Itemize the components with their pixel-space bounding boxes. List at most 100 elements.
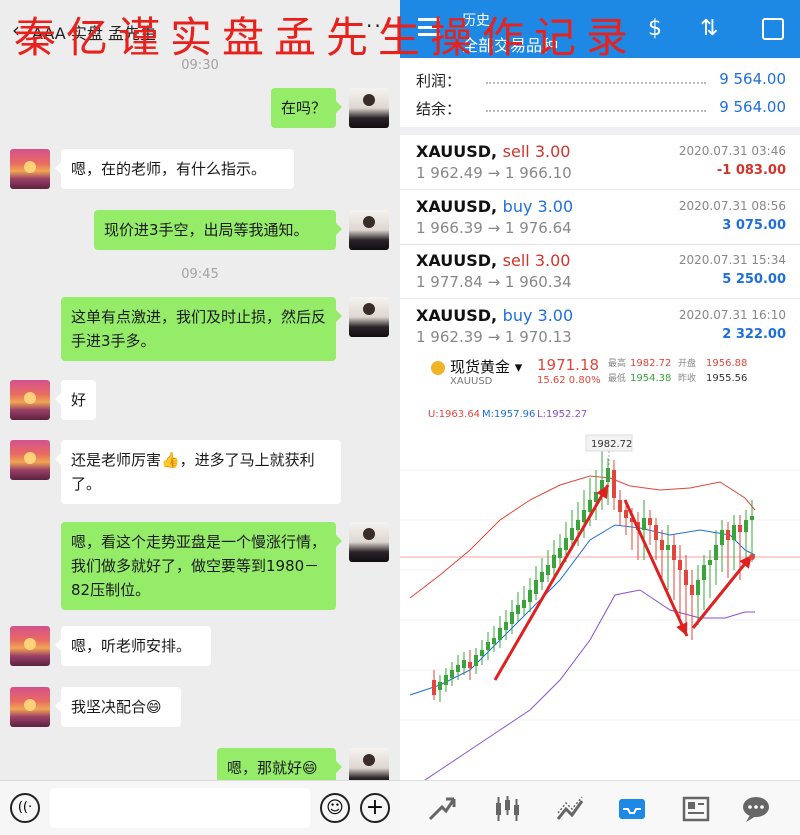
candle-body [720,530,724,545]
message-bubble: 嗯，看这个走势亚盘是一个慢涨行情，我们做多就好了，做空要等到1980－82压制位… [61,522,342,610]
candle-body [582,510,586,522]
avatar[interactable] [10,687,50,727]
candle-body [612,470,616,498]
avatar[interactable] [10,626,50,666]
message-bubble: 我坚决配合😄 [55,687,181,727]
message-input[interactable] [50,788,310,828]
balance-label: 结余： [416,100,462,118]
price-chart[interactable]: 现货黄金 ▾ XAUUSD 1971.18 15.62 0.80% 最高 1982.72 开… [400,350,800,791]
trade-date: 2020.07.31 03:46 [678,144,786,158]
trade-symbol: XAUUSD, buy 3.00 [416,197,573,216]
emoji-icon[interactable]: ☺ [320,793,350,823]
peak-label: 1982.72 [591,439,632,450]
boll-mid-label: M:1957.96 [482,409,535,420]
sort-icon[interactable]: ⇅ [700,16,718,41]
trade-date: 2020.07.31 16:10 [678,307,786,322]
candle-body [666,545,670,550]
candle-body [606,468,610,482]
high-label: 最高 [608,357,626,369]
candles-icon[interactable] [496,796,519,821]
candle-body [624,510,628,518]
chart-svg[interactable]: 现货黄金 ▾XAUUSD 1971.1815.62 0.80% 最高 1982.72 开… [400,350,800,791]
candle-body [684,570,688,585]
calendar-icon[interactable] [762,18,784,40]
candle-body [642,518,646,530]
candle-body [522,600,526,608]
candle-body [726,530,730,540]
trend-icon[interactable] [428,797,456,821]
candle-body [504,622,508,630]
avatar[interactable] [349,210,389,250]
trade-side: buy 3.00 [502,305,574,325]
quote-name: 现货黄金 ▾ [450,358,523,376]
message-bubble: 嗯，在的老师，有什么指示。 [55,149,294,189]
candle-body [432,680,436,695]
trade-prices: 1 962.49 → 1 966.10 [416,164,572,182]
candle-body [570,528,574,540]
balance-value: 9 564.00 [719,98,786,116]
input-bar: ((· ☺ + [0,780,400,835]
trade-row[interactable]: XAUUSD, buy 3.00 1 962.39 → 1 970.13 2020.… [400,300,800,354]
low-value: 1954.38 [630,373,671,384]
boll-lower-label: L:1952.27 [537,409,587,420]
trade-prices: 1 977.84 → 1 960.34 [416,273,572,291]
candle-body [486,642,490,650]
trade-date: 2020.07.31 08:56 [678,198,786,213]
chat-panel: ‹ AAA 实盘 孟先生 ··· 09:30 在吗？ 嗯，在的老师，有什么指示。… [0,0,400,835]
divider [486,110,706,112]
plus-icon[interactable]: + [360,793,390,823]
avatar[interactable] [10,380,50,420]
candle-body [516,605,520,614]
trade-symbol: XAUUSD, sell 3.00 [416,142,570,161]
candle-body [498,628,502,640]
candle-body [750,516,754,520]
candle-body [528,590,532,602]
profit-label: 利润： [416,72,462,90]
trade-row[interactable]: XAUUSD, sell 3.00 1 977.84 → 1 960.34 2020… [400,245,800,299]
candle-body [702,565,706,580]
timestamp: 09:45 [181,267,219,282]
balance-row: 结余： 9 564.00 [416,98,786,122]
trade-side: sell 3.00 [502,251,571,270]
avatar[interactable] [349,522,389,562]
inbox-icon[interactable] [619,799,645,819]
voice-icon[interactable]: ((· [10,793,40,823]
candle-body [546,565,550,575]
gold-icon [431,361,445,375]
candle-body [492,638,496,644]
trade-side: sell 3.00 [502,142,571,161]
candle-body [450,670,454,678]
bottom-tab-bar [400,780,800,835]
avatar[interactable] [349,297,389,337]
candle-body [744,520,748,532]
prev-label: 昨收 [678,372,696,384]
candle-body [576,520,580,530]
chart-line-icon[interactable] [556,796,584,820]
symbol-text: XAUUSD, [416,142,503,161]
message-bubble: 在吗？ [271,88,342,128]
trade-side: buy 3.00 [502,196,574,216]
message-bubble: 嗯，听老师安排。 [55,626,211,666]
high-value: 1982.72 [630,358,671,369]
chat-icon[interactable] [743,797,769,822]
trade-row[interactable]: XAUUSD, buy 3.00 1 966.39 → 1 976.64 2020.… [400,191,800,245]
open-label: 开盘 [678,357,696,369]
candle-body [618,500,622,512]
news-icon[interactable] [682,796,710,822]
trade-row[interactable]: XAUUSD, sell 3.00 1 962.49 → 1 966.10 2020… [400,136,800,190]
trade-prices: 1 966.39 → 1 976.64 [416,218,572,237]
dollar-icon[interactable]: $ [648,16,662,41]
candle-body [732,525,736,540]
candle-body [696,580,700,595]
avatar[interactable] [10,149,50,189]
trading-panel: 历史 全部交易品种 $ ⇅ 利润： 9 564.00 结余： 9 564.00 … [400,0,800,835]
candle-body [474,655,478,666]
candle-body [552,555,556,568]
candle-body [738,525,742,532]
candle-body [534,580,538,594]
avatar[interactable] [349,88,389,128]
avatar[interactable] [10,440,50,480]
symbol-text: XAUUSD, [416,196,503,216]
candle-body [678,560,682,570]
message-bubble: 好 [55,380,96,420]
